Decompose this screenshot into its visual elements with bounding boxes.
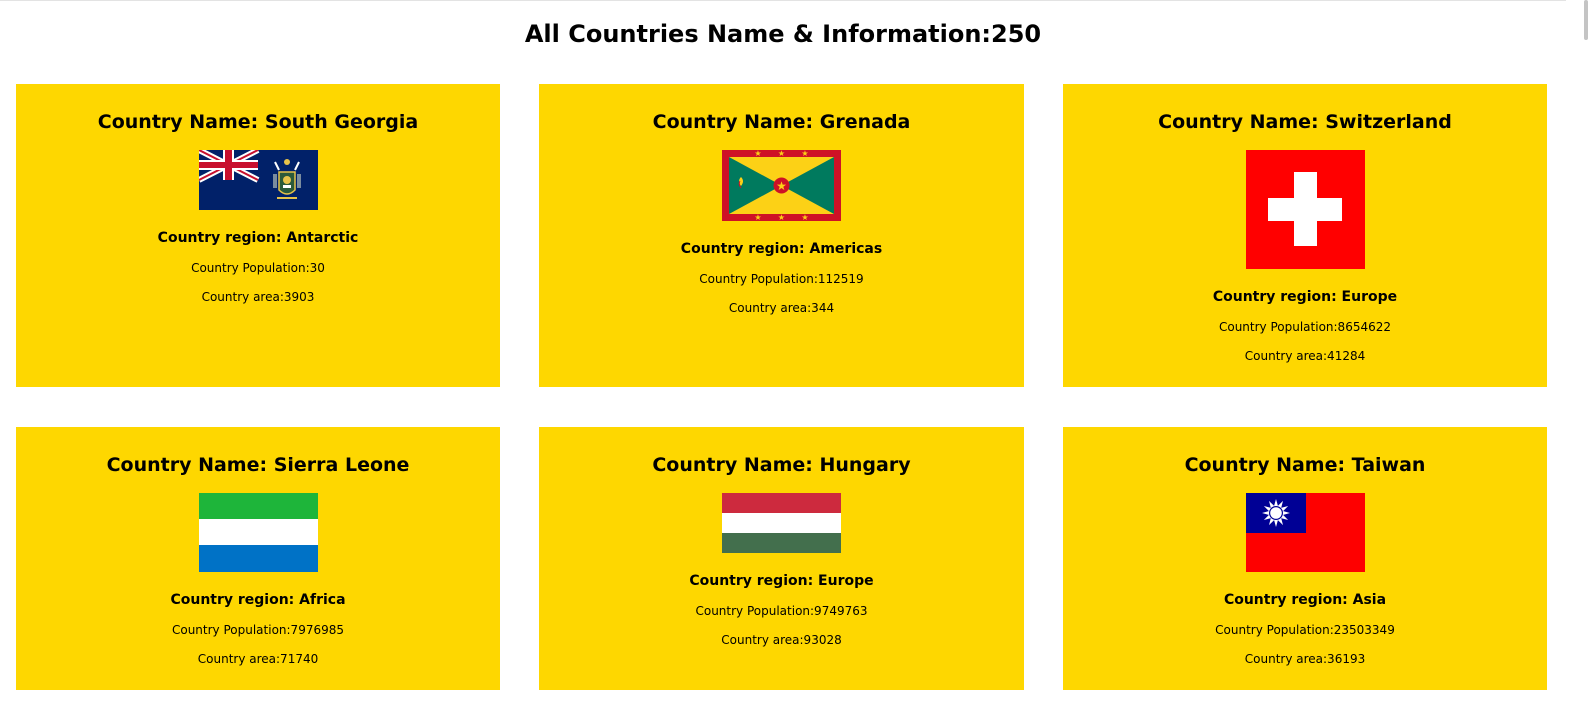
country-card: Country Name: Sierra Leone Country regio… [16, 427, 500, 690]
svg-text:★: ★ [778, 213, 785, 221]
country-name: Country Name: Switzerland [1158, 111, 1452, 133]
country-card: Country Name: South Georgia Country regi… [16, 84, 500, 387]
country-grid: Country Name: South Georgia Country regi… [16, 84, 1547, 690]
country-population: Country Population:30 [191, 261, 325, 275]
scrollbar-thumb[interactable] [1584, 0, 1588, 40]
country-area: Country area:344 [728, 301, 835, 315]
country-region: Country region: Americas [680, 241, 883, 257]
page-title: All Countries Name & Information:250 [524, 20, 1042, 48]
grenada-flag-icon: ★ ★ ★ ★ ★ ★ ★ [722, 150, 841, 221]
country-region: Country region: Europe [1212, 289, 1398, 305]
country-area: Country area:3903 [201, 290, 315, 304]
country-card: Country Name: Grenada ★ ★ ★ ★ ★ ★ ★ Coun… [539, 84, 1024, 387]
svg-text:★: ★ [801, 150, 808, 158]
country-population: Country Population:8654622 [1218, 320, 1392, 334]
country-name: Country Name: Sierra Leone [106, 454, 410, 476]
country-name: Country Name: Hungary [652, 454, 911, 476]
country-name: Country Name: South Georgia [97, 111, 419, 133]
country-region: Country region: Antarctic [157, 230, 359, 246]
svg-text:★: ★ [754, 213, 761, 221]
sierra-leone-flag-icon [198, 493, 318, 572]
vertical-scrollbar[interactable] [1566, 0, 1588, 711]
svg-text:★: ★ [778, 150, 785, 158]
country-region: Country region: Europe [689, 573, 874, 589]
country-name: Country Name: Taiwan [1184, 454, 1426, 476]
south-georgia-flag-icon [198, 150, 318, 210]
country-area: Country area:41284 [1244, 349, 1366, 363]
country-region: Country region: Asia [1223, 592, 1387, 608]
top-border [0, 0, 1566, 1]
switzerland-flag-icon [1245, 150, 1365, 269]
country-population: Country Population:23503349 [1215, 623, 1395, 637]
country-name: Country Name: Grenada [652, 111, 911, 133]
country-card: Country Name: Switzerland Country region… [1063, 84, 1547, 387]
taiwan-flag-icon [1245, 493, 1365, 572]
country-population: Country Population:112519 [699, 272, 864, 286]
country-card: Country Name: Hungary Country region: Eu… [539, 427, 1024, 690]
svg-text:★: ★ [754, 150, 761, 158]
country-area: Country area:71740 [197, 652, 319, 666]
hungary-flag-icon [722, 493, 841, 553]
country-population: Country Population:9749763 [695, 604, 868, 618]
svg-text:★: ★ [801, 213, 808, 221]
country-population: Country Population:7976985 [171, 623, 345, 637]
country-region: Country region: Africa [170, 592, 346, 608]
country-area: Country area:36193 [1244, 652, 1366, 666]
svg-text:★: ★ [776, 179, 787, 193]
country-area: Country area:93028 [721, 633, 842, 647]
country-card: Country Name: Taiwan Country region: Asi… [1063, 427, 1547, 690]
